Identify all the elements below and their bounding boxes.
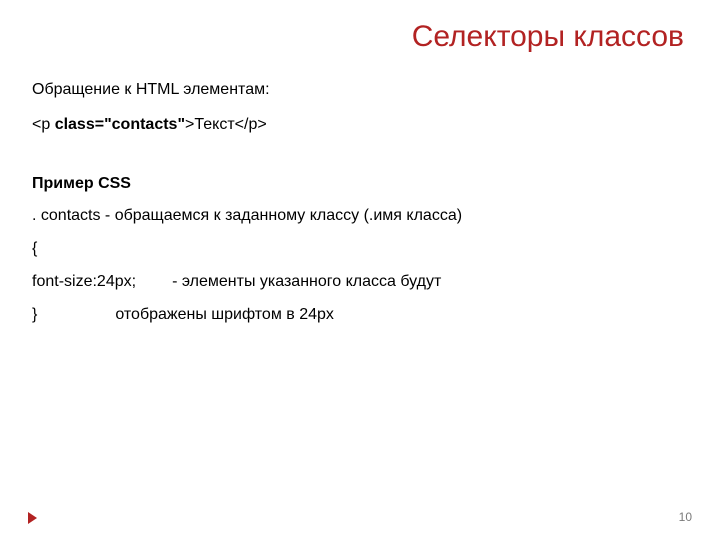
- css-rule: font-size:24px;: [32, 273, 136, 290]
- tag-close-text: >Текст</p>: [185, 116, 267, 133]
- tag-class-attr: class="contacts": [55, 116, 185, 133]
- intro-line: Обращение к HTML элементам:: [32, 74, 688, 107]
- css-brace-open: {: [32, 233, 688, 266]
- play-right-icon: [28, 512, 37, 524]
- css-brace-close: }: [32, 306, 37, 323]
- page-number: 10: [679, 510, 692, 524]
- css-brace-close-line: } отображены шрифтом в 24px: [32, 299, 688, 332]
- css-rule-line: font-size:24px; - элементы указанного кла…: [32, 266, 688, 299]
- tag-open: <p: [32, 116, 55, 133]
- spacer: [32, 142, 688, 168]
- css-rule-comment: - элементы указанного класса будут: [172, 273, 441, 290]
- slide-content: Обращение к HTML элементам: <p class="co…: [32, 74, 688, 332]
- code-example-html: <p class="contacts">Текст</p>: [32, 109, 688, 142]
- css-rule-comment-2: отображены шрифтом в 24px: [115, 306, 334, 323]
- page-title: Селекторы классов: [32, 20, 684, 54]
- css-heading: Пример CSS: [32, 168, 688, 201]
- css-selector-line: . сontacts - обращаемся к заданному клас…: [32, 200, 688, 233]
- slide: Селекторы классов Обращение к HTML элеме…: [0, 0, 720, 540]
